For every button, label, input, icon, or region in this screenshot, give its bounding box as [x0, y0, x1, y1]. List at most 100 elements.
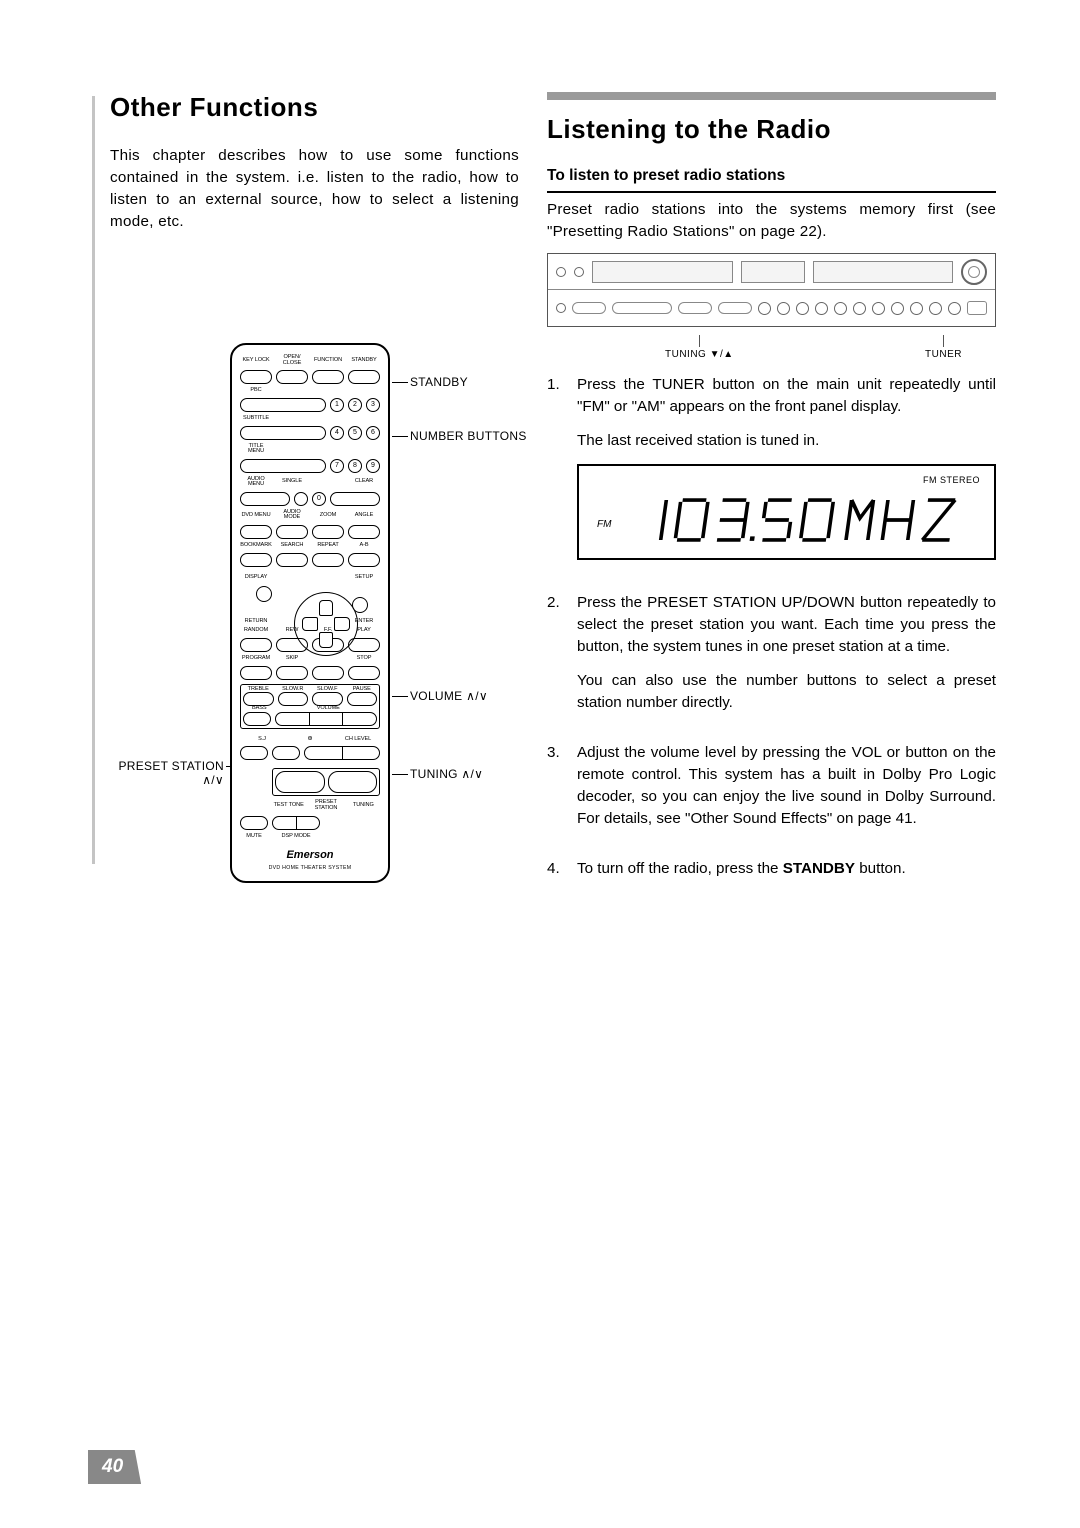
sj-button [240, 746, 268, 760]
power-led-icon [556, 267, 566, 277]
title-menu-button [240, 459, 326, 473]
center-display-icon [741, 261, 805, 283]
program-button [240, 666, 272, 680]
headphone-jack-icon [556, 303, 566, 313]
callout-tuning-label: TUNING ∧/∨ [410, 767, 483, 781]
remote-group-box: TREBLESLOW.RSLOW.FPAUSE BASSVOLUME [240, 684, 380, 729]
remote-row: 789 [240, 459, 380, 473]
remote-row [240, 370, 380, 384]
step-3-text: Adjust the volume level by pressing the … [577, 742, 996, 830]
remote-brand: Emerson [240, 849, 380, 861]
slow-r-button [278, 692, 309, 706]
remote-row [240, 525, 380, 539]
tuner-label: TUNER [925, 349, 962, 360]
remote-subtitle: DVD HOME THEATER SYSTEM [240, 865, 380, 871]
callout-preset-station: PRESET STATION ∧/∨ [104, 759, 224, 787]
audio-mode-button [276, 525, 308, 539]
single-button [294, 492, 308, 506]
steps-list: 1. Press the TUNER button on the main un… [547, 374, 996, 892]
callout-standby: STANDBY [410, 375, 550, 389]
manual-page: Other Functions This chapter describes h… [0, 0, 1080, 1528]
step-1-text: Press the TUNER button on the main unit … [577, 374, 996, 418]
page-number: 40 [88, 1450, 141, 1484]
unit-button [572, 302, 606, 314]
step-2-text: Press the PRESET STATION UP/DOWN button … [577, 592, 996, 658]
display-button [256, 586, 272, 602]
step-1: 1. Press the TUNER button on the main un… [547, 374, 996, 576]
dpad-up [319, 600, 333, 616]
treble-button [243, 692, 274, 706]
main-unit-illustration [547, 253, 996, 327]
number-3-button: 3 [366, 398, 380, 412]
heading-listening-radio: Listening to the Radio [547, 114, 996, 145]
random-button [240, 638, 272, 652]
seven-segment-readout [651, 494, 978, 546]
main-unit-labels: TUNING ▼/▲ TUNER [547, 333, 996, 360]
ch-level-rocker [304, 746, 380, 760]
preset-tuning-box [272, 768, 380, 796]
remote-row [240, 666, 380, 680]
d-pad [254, 588, 366, 611]
skip-buttons [612, 302, 672, 314]
tuning-rocker [328, 771, 378, 793]
display-fm-stereo-label: FM STEREO [923, 474, 980, 487]
remote-row [240, 553, 380, 567]
zoom-button [312, 525, 344, 539]
step-2: 2. Press the PRESET STATION UP/DOWN butt… [547, 592, 996, 726]
setup-button [352, 597, 368, 613]
display-illustration: FM STEREO FM [577, 464, 996, 560]
slow-f-button [312, 692, 343, 706]
number-7-button: 7 [330, 459, 344, 473]
dvd-menu-button [240, 525, 272, 539]
step-3: 3. Adjust the volume level by pressing t… [547, 742, 996, 842]
search-button [276, 553, 308, 567]
vertical-rule [92, 96, 95, 864]
remote-row: 123 [240, 398, 380, 412]
tuning-buttons [718, 302, 752, 314]
number-1-button: 1 [330, 398, 344, 412]
callout-volume: VOLUME ∧/∨ [410, 689, 550, 703]
number-6-button: 6 [366, 426, 380, 440]
callout-volume-label: VOLUME ∧/∨ [410, 689, 488, 703]
callout-number-label: NUMBER BUTTONS [410, 429, 527, 443]
plus-button [272, 746, 300, 760]
open-close-button [276, 370, 308, 384]
volume-rocker [275, 712, 377, 726]
remote-body: KEY LOCKOPEN/ CLOSEFUNCTIONSTANDBY PBC 1… [230, 343, 390, 883]
intro-paragraph: This chapter describes how to use some f… [110, 145, 519, 233]
right-column: Listening to the Radio To listen to pres… [547, 92, 996, 908]
dsp-mode-rocker [272, 816, 320, 830]
callout-preset-label: PRESET STATION ∧/∨ [118, 759, 224, 787]
bass-button [243, 712, 271, 726]
remote-illustration: STANDBY NUMBER BUTTONS VOLUME ∧/∨ TUNING… [110, 343, 519, 903]
number-0-button: 0 [312, 492, 326, 506]
clear-button [330, 492, 380, 506]
stop-button [348, 666, 380, 680]
pause-button [347, 692, 378, 706]
remote-row: KEY LOCKOPEN/ CLOSEFUNCTIONSTANDBY [240, 355, 380, 366]
standby-button [348, 370, 380, 384]
heading-accent-bar [547, 92, 996, 100]
audio-menu-button [240, 492, 290, 506]
step-1-note: The last received station is tuned in. [577, 430, 996, 452]
dpad-right [334, 617, 350, 631]
eject-button-icon [967, 301, 987, 315]
standby-led-icon [574, 267, 584, 277]
dpad-left [302, 617, 318, 631]
seven-segment-icon [651, 492, 978, 548]
number-2-button: 2 [348, 398, 362, 412]
bookmark-button [240, 553, 272, 567]
number-4-button: 4 [330, 426, 344, 440]
number-5-button: 5 [348, 426, 362, 440]
lcd-display-icon [813, 261, 954, 283]
callout-standby-label: STANDBY [410, 375, 468, 389]
subtitle-button [240, 426, 326, 440]
step-2-note: You can also use the number buttons to s… [577, 670, 996, 714]
repeat-button [312, 553, 344, 567]
heading-other-functions: Other Functions [110, 92, 519, 123]
remote-row: 456 [240, 426, 380, 440]
function-button [312, 370, 344, 384]
callout-tuning: TUNING ∧/∨ [410, 767, 550, 781]
skip-prev-button [276, 666, 308, 680]
step-4: 4. To turn off the radio, press the STAN… [547, 858, 996, 892]
